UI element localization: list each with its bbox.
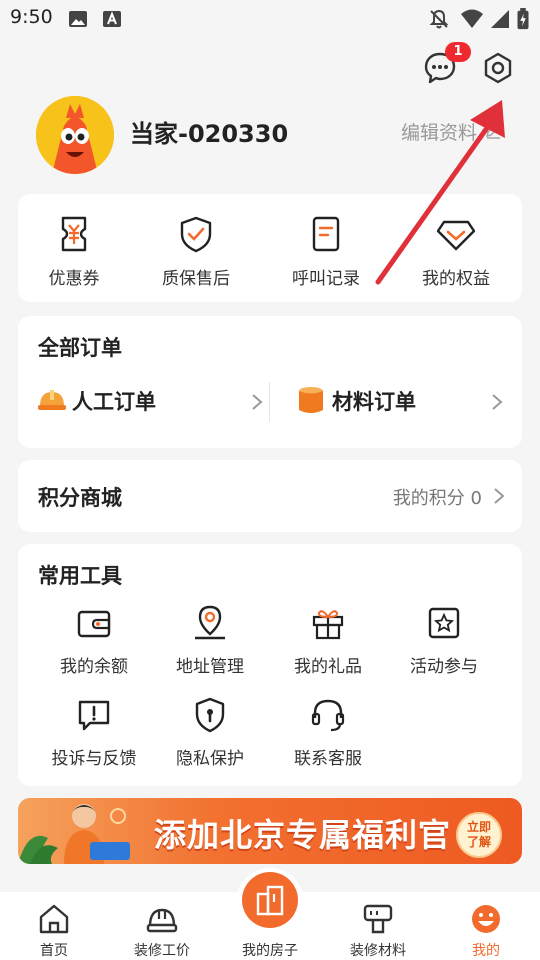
material-orders-label: 材料订单 — [332, 390, 416, 414]
nav-label: 我的房子 — [242, 943, 298, 959]
promo-character-illustration — [18, 804, 130, 864]
divider — [269, 382, 270, 422]
chevron-right-icon — [252, 394, 263, 410]
paint-bucket-icon — [299, 387, 323, 413]
points-mall-card[interactable]: 积分商城 我的积分 0 — [18, 460, 522, 532]
mascot-avatar-icon — [36, 96, 114, 174]
quick-item-coupon[interactable]: 优惠券 — [14, 214, 134, 289]
quick-item-warranty[interactable]: 质保售后 — [136, 214, 256, 289]
tool-label: 我的礼品 — [294, 657, 362, 677]
coupon-icon — [61, 216, 87, 252]
tool-address[interactable]: 地址管理 — [152, 604, 268, 677]
call-record-icon — [312, 216, 340, 252]
tool-label: 活动参与 — [410, 657, 478, 677]
tool-feedback[interactable]: 投诉与反馈 — [36, 696, 152, 769]
status-bar: 9:50 — [0, 0, 540, 38]
banner-text: 添加北京专属福利官 — [154, 816, 452, 854]
building-icon — [256, 885, 284, 916]
tool-label: 联系客服 — [294, 749, 362, 769]
star-card-icon — [428, 607, 460, 639]
tool-privacy[interactable]: 隐私保护 — [152, 696, 268, 769]
chevron-right-icon — [492, 394, 503, 410]
tool-activities[interactable]: 活动参与 — [386, 604, 502, 677]
shield-check-icon — [180, 216, 212, 253]
home-icon — [39, 904, 69, 934]
quick-item-label: 质保售后 — [162, 269, 230, 289]
tool-balance[interactable]: 我的余额 — [36, 604, 152, 677]
points-mall-title: 积分商城 — [38, 486, 122, 510]
nav-label: 首页 — [40, 943, 68, 959]
mascot-face-icon — [472, 905, 500, 933]
tool-label: 地址管理 — [176, 657, 244, 677]
wallet-icon — [77, 610, 111, 638]
tool-gifts[interactable]: 我的礼品 — [270, 604, 386, 677]
banner-cta-button[interactable]: 立即 了解 — [456, 812, 502, 858]
tool-customer-service[interactable]: 联系客服 — [270, 696, 386, 769]
quick-item-call-record[interactable]: 呼叫记录 — [266, 214, 386, 289]
labor-orders-button[interactable]: 人工订单 — [36, 378, 266, 426]
mute-bell-icon — [429, 9, 449, 29]
my-points-value: 0 — [470, 488, 482, 509]
nav-label-active: 我的 — [472, 943, 500, 959]
headset-icon — [311, 699, 345, 732]
orders-title: 全部订单 — [38, 336, 122, 360]
nav-label: 装修材料 — [350, 943, 406, 959]
nav-house-button[interactable] — [242, 872, 298, 928]
promo-banner[interactable]: 添加北京专属福利官 立即 了解 — [18, 798, 522, 864]
text-a-icon — [103, 11, 121, 27]
nav-mine[interactable]: 我的 — [432, 892, 540, 960]
username: 当家-020330 — [130, 120, 289, 148]
feedback-icon — [78, 700, 110, 731]
gift-icon — [312, 610, 344, 640]
chevron-right-icon — [494, 488, 505, 504]
wifi-icon — [461, 9, 483, 28]
nav-materials[interactable]: 装修材料 — [324, 892, 432, 960]
quick-item-label: 呼叫记录 — [292, 269, 360, 289]
labor-orders-label: 人工订单 — [72, 390, 156, 414]
paint-roller-icon — [363, 904, 393, 934]
avatar[interactable] — [36, 96, 114, 174]
tool-label: 投诉与反馈 — [51, 749, 137, 769]
banner-cta-line1: 立即 — [466, 820, 491, 834]
battery-charging-icon — [517, 8, 529, 30]
orders-card: 全部订单 人工订单 材料订单 — [18, 316, 522, 448]
privacy-shield-icon — [195, 697, 225, 733]
helmet-icon — [146, 908, 178, 933]
annotation-arrow — [375, 100, 505, 285]
signal-icon — [491, 10, 509, 28]
image-icon — [69, 11, 87, 27]
nav-labor-price[interactable]: 装修工价 — [108, 892, 216, 960]
message-badge: 1 — [445, 42, 471, 62]
tool-label: 我的余额 — [60, 657, 128, 677]
nav-label: 装修工价 — [134, 943, 190, 959]
my-points-label: 我的积分 — [392, 488, 465, 509]
banner-cta-line2: 了解 — [466, 835, 491, 849]
tools-title: 常用工具 — [38, 564, 122, 588]
status-time: 9:50 — [10, 6, 53, 28]
material-orders-button[interactable]: 材料订单 — [296, 378, 510, 426]
helmet-icon — [38, 390, 66, 410]
quick-item-label: 优惠券 — [48, 269, 100, 289]
tool-label: 隐私保护 — [176, 749, 244, 769]
location-pin-icon — [195, 605, 225, 640]
my-points[interactable]: 我的积分 0 — [393, 484, 482, 510]
common-tools-card: 常用工具 我的余额 地址管理 我的礼品 活动参与 投诉与反馈 隐私保护 联系客服 — [18, 544, 522, 786]
nav-home[interactable]: 首页 — [0, 892, 108, 960]
settings-hex-icon[interactable] — [480, 50, 516, 86]
